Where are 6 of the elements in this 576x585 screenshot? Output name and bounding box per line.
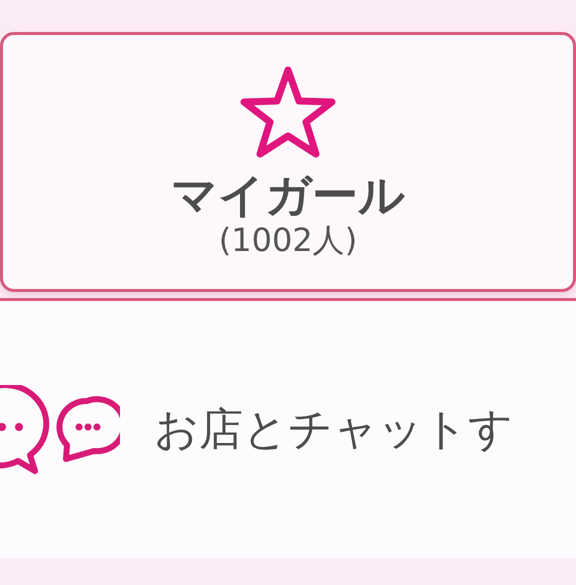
chat-with-shop-button[interactable]: お店とチャットす bbox=[0, 298, 576, 558]
count-label: (1002人) bbox=[218, 221, 358, 259]
my-girl-button[interactable]: マイガール (1002人) bbox=[0, 32, 576, 292]
chat-bubbles-icon bbox=[0, 384, 120, 474]
button-title: マイガール bbox=[171, 169, 405, 221]
star-icon bbox=[239, 65, 337, 159]
